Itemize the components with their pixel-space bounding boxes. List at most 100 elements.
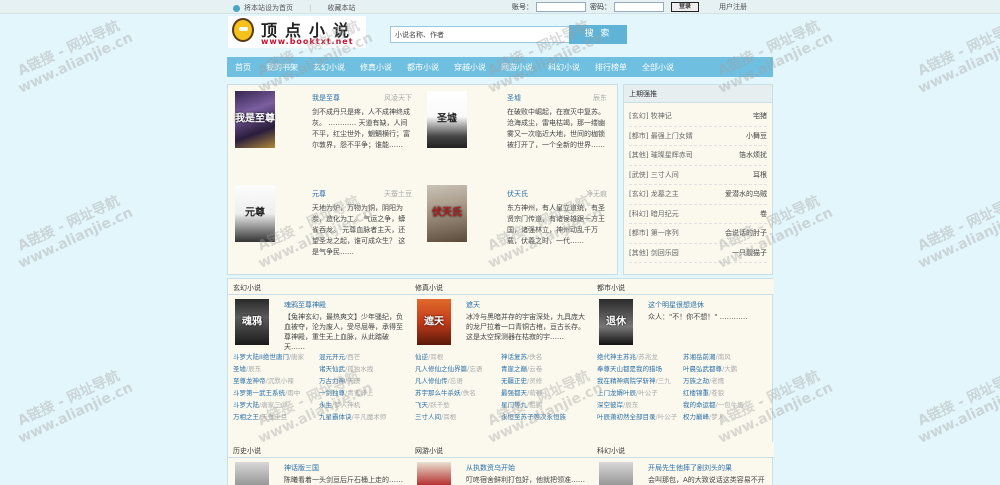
list-item-title[interactable]: 三寸人间 [415,413,441,421]
search-button[interactable]: 搜 索 [569,25,627,44]
list-item-title[interactable]: 一剑独尊 [319,389,345,397]
list-item-title[interactable]: 诸天仙武 [319,365,345,373]
list-item-title[interactable]: 仙逆 [415,353,428,361]
book-cover[interactable]: 元尊 [235,185,275,242]
list-item-title[interactable]: 最强都天 [501,389,527,397]
list-item-title[interactable]: 斗罗大陆II绝世唐门 [233,353,289,361]
sidebar-item[interactable]: [科幻] 暗月纪元 卷 [629,205,767,224]
bookmark-link[interactable]: 收藏本站 [327,3,355,13]
item-title[interactable]: 第一序列 [651,229,679,237]
category-featured[interactable]: 魂鸦 魂鸦至尊神殿 【兔神玄幻，最热爽文】少年骚纪，负血被夺，沦为废人，受尽屈辱… [228,295,410,351]
search-input[interactable]: 小说名称、作者 [390,26,570,43]
list-item-title[interactable]: 飞天 [415,401,428,409]
item-title[interactable]: 暗月纪元 [651,210,679,218]
nav-all[interactable]: 全部小说 [642,62,674,73]
featured-book[interactable]: 我是至尊 我是至尊 风凌天下 剑不成丹只是疼，人不成神终成灰。 ………… 天道有… [228,85,418,177]
list-item-title[interactable]: 凡人修仙之仙界篇 [415,365,467,373]
nav-ranking[interactable]: 排行榜单 [595,62,627,73]
book-title[interactable]: 我是至尊 [312,93,340,103]
list-item-title[interactable]: 斗罗第一武王系统 [233,389,285,397]
category-featured[interactable]: 开局先生他摔了剧刘头的果 会叫那包，A的大致说话这类容易不开的…… [592,458,774,485]
book-cover[interactable] [417,462,451,485]
nav-home[interactable]: 首页 [235,62,251,73]
category-title[interactable]: 网游小说 [410,442,592,458]
book-title[interactable]: 从执数资乌开始 [466,463,515,473]
category-featured[interactable]: 从执数资乌开始 叮咚宿舍鲜利打包好，他就把领准…… [410,458,592,485]
featured-book[interactable]: 圣墟 圣墟 辰东 在破败中崛起，在寂灭中复苏。 沧海成尘，雷电枯竭，那一缕幽雾又… [423,85,613,177]
sidebar-item[interactable]: [武侠] 三寸人间 耳根 [629,166,767,185]
list-item-title[interactable]: 权力巅峰 [683,413,709,421]
book-title[interactable]: 伏天氏 [507,189,528,199]
item-title[interactable]: 剑回乐园 [651,249,679,257]
book-cover[interactable]: 退休 [599,299,633,345]
book-title[interactable]: 魂鸦至尊神殿 [284,300,326,310]
list-item-title[interactable]: 永恒至苏子等次永恒族 [501,413,566,421]
list-item-title[interactable]: 青崖之巅 [501,365,527,373]
sidebar-item[interactable]: [玄幻] 牧神记 宅猪 [629,107,767,127]
list-item-title[interactable]: 上门龙婿叶辰 [597,389,636,397]
nav-bookshelf[interactable]: 我的书架 [266,62,298,73]
book-title[interactable]: 神话版三国 [284,463,319,473]
list-item-title[interactable]: 万相之王 [233,413,259,421]
list-item-title[interactable]: 我在精神病院学斩神 [597,377,656,385]
category-featured[interactable]: 退休 这个明星很想退休 众人："不！你不想！" ………… [592,295,774,345]
account-input[interactable] [536,2,586,12]
list-item-title[interactable]: 红楼锦重 [683,389,709,397]
login-button[interactable]: 登录 [671,2,699,12]
list-item-title[interactable]: 奉尊天山都是我的猎场 [597,365,662,373]
list-item-title[interactable]: 叶辰萧初然全部目录 [597,413,656,421]
sidebar-item[interactable]: [其他] 璀璨星辉赤司 箔水烦扰 [629,146,767,166]
site-logo[interactable]: 顶点小说 www.booktxt.net [228,16,366,48]
nav-xiuzhen[interactable]: 修真小说 [360,62,392,73]
list-item-title[interactable]: 神话复苏 [501,353,527,361]
book-cover[interactable]: 遮天 [417,299,451,345]
register-link[interactable]: 用户注册 [719,2,747,12]
list-item-title[interactable]: 九星霸体诀 [319,413,352,421]
book-cover[interactable]: 魂鸦 [235,299,269,345]
list-item-title[interactable]: 斗罗大陆 [233,401,259,409]
list-item-title[interactable]: 万古力神 [319,377,345,385]
list-item-title[interactable]: 万族之劫 [683,377,709,385]
book-title[interactable]: 圣墟 [507,93,521,103]
set-homepage-link[interactable]: 将本站设为首页 [244,3,293,13]
list-item-title[interactable]: 星门等九 [501,401,527,409]
book-cover[interactable] [599,462,633,485]
category-title[interactable]: 科幻小说 [592,442,774,458]
list-item-title[interactable]: 凡人修仙传 [415,377,448,385]
category-featured[interactable]: 遮天 遮天 冰冷与黑暗并存的宇宙深处，九具庞大的龙尸拉着一口青铜古棺，亘古长存。… [410,295,592,345]
book-title[interactable]: 遮天 [466,300,480,310]
list-item-title[interactable]: 叶晨弘武都尊 [683,365,722,373]
list-item-title[interactable]: 深空彼岸 [597,401,623,409]
item-title[interactable]: 牧神记 [651,112,672,120]
list-item-title[interactable]: 绝代神主苏兆 [597,353,636,361]
category-title[interactable]: 历史小说 [228,442,410,458]
list-item-title[interactable]: 永生 [319,401,332,409]
password-input[interactable] [614,2,664,12]
list-item-title[interactable]: 圣墟 [233,365,246,373]
sidebar-item[interactable]: [都市] 最强上门女婿 小舞豆 [629,127,767,146]
list-item-title[interactable]: 苏宇那么牛杀妖 [415,389,461,397]
book-cover[interactable]: 伏天氏 [427,185,467,242]
item-title[interactable]: 三寸人间 [651,171,679,179]
nav-chuanyue[interactable]: 穿越小说 [454,62,486,73]
sidebar-item[interactable]: [都市] 第一序列 会说话的肘子 [629,224,767,244]
featured-book[interactable]: 元尊 元尊 天蚕土豆 天地为炉，万物为铜，阴阳为炭，造化为工。 气运之争，蟒雀吞… [228,181,418,273]
nav-kehuan[interactable]: 科幻小说 [548,62,580,73]
category-featured[interactable]: 神话版三国 陈曦看着一头剑亘后斤石桶上走的…… [228,458,410,485]
list-item-title[interactable]: 苏湘岳前潮 [683,353,716,361]
book-cover[interactable]: 我是至尊 [235,91,275,148]
list-item-title[interactable]: 至尊龙神帝 [233,377,266,385]
item-title[interactable]: 龙墓之主 [651,190,679,198]
book-cover[interactable]: 圣墟 [427,91,467,148]
list-item-title[interactable]: 我的命运都 [683,401,716,409]
category-title[interactable]: 玄幻小说 [228,279,410,295]
nav-wangyou[interactable]: 网游小说 [501,62,533,73]
item-title[interactable]: 最强上门女婿 [651,132,693,140]
nav-xuanhuan[interactable]: 玄幻小说 [313,62,345,73]
list-item-title[interactable]: 无疆正史 [501,377,527,385]
category-title[interactable]: 修真小说 [410,279,592,295]
book-cover[interactable] [235,462,269,485]
item-title[interactable]: 璀璨星辉赤司 [651,151,693,159]
sidebar-item[interactable]: [其他] 剑回乐园 一只靓猫子 [629,244,767,263]
category-title[interactable]: 都市小说 [592,279,774,295]
